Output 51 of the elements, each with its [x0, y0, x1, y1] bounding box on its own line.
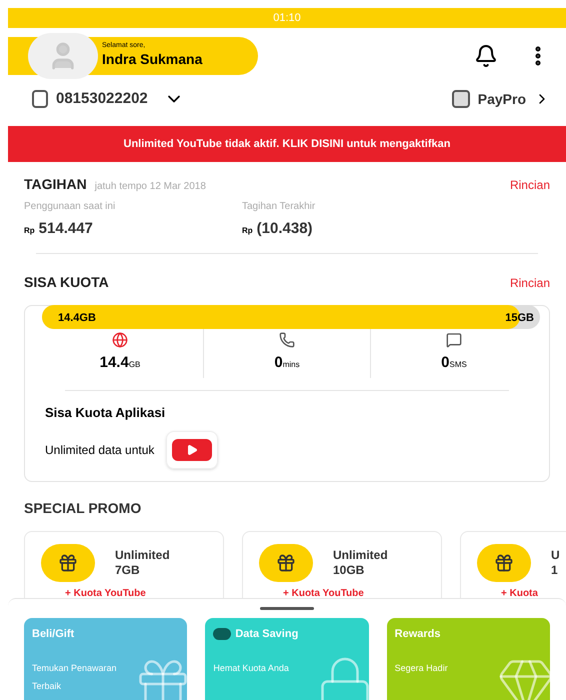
promo-extra: + Kuota YouTube — [64, 586, 147, 600]
section-title: TAGIHAN — [24, 175, 87, 194]
promo-name: Unlimited — [333, 548, 388, 562]
details-link[interactable]: Rincian — [510, 176, 550, 194]
details-link[interactable]: Rincian — [510, 274, 550, 292]
notification-icon[interactable] — [474, 44, 498, 68]
bill-label: Penggunaan saat ini — [24, 200, 116, 214]
tile-text: Temukan Penawaran Terbaik — [32, 662, 118, 692]
tile-title: Beli/Gift — [32, 627, 74, 642]
video-app-button[interactable] — [166, 430, 218, 468]
globe-icon — [112, 332, 128, 348]
tile-title: Rewards — [394, 627, 441, 642]
paypro-link[interactable]: PayPro — [452, 88, 550, 110]
bill-label: Tagihan Terakhir — [242, 200, 316, 214]
section-title: SISA KUOTA — [24, 272, 109, 292]
promo-name: U — [551, 548, 560, 562]
phone-icon — [279, 332, 295, 348]
due-date: jatuh tempo 12 Mar 2018 — [94, 180, 206, 194]
alert-banner[interactable]: Unlimited YouTube tidak aktif. KLIK DISINI untuk mengaktifkan — [8, 126, 566, 162]
quota-unit: SMS — [450, 358, 467, 370]
gift-icon — [276, 552, 296, 572]
status-time: 01:10 — [273, 10, 301, 26]
promo-extra: + Kuota — [500, 586, 539, 600]
quota-unit: GB — [128, 360, 140, 370]
promo-size: 1 — [551, 562, 559, 578]
play-icon — [172, 438, 212, 460]
tile-text: Segera Hadir — [394, 662, 449, 675]
tile-text: Hemat Kuota Anda — [213, 662, 290, 674]
quota-value: 14.4 — [100, 352, 129, 372]
sheet-handle[interactable] — [260, 607, 314, 610]
promo-extra: + Kuota YouTube — [282, 586, 365, 600]
app-quota-text: Unlimited data untuk — [45, 442, 154, 458]
tile-title: Data Saving — [235, 627, 298, 642]
used-quota: 14.4GB — [58, 310, 96, 326]
quota-value: 0 — [441, 352, 450, 372]
currency: Rp — [242, 225, 253, 237]
quota-value: 0 — [274, 352, 283, 372]
bill-amount: (10.438) — [256, 219, 313, 239]
user-name: Indra Sukmana — [102, 50, 202, 69]
promo-name: Unlimited — [115, 548, 170, 562]
bill-amount: 514.447 — [38, 219, 93, 239]
currency: Rp — [24, 225, 35, 237]
quota-unit: mins — [282, 358, 300, 370]
promo-size: 7GB — [115, 562, 141, 578]
promo-size: 10GB — [333, 562, 366, 578]
chat-icon — [446, 332, 462, 348]
app-quota-title: Sisa Kuota Aplikasi — [45, 404, 166, 422]
gift-icon — [494, 552, 514, 572]
gift-icon — [58, 552, 78, 572]
section-title: SPECIAL PROMO — [24, 498, 142, 518]
number-selector[interactable]: 08153022202 — [32, 88, 184, 110]
